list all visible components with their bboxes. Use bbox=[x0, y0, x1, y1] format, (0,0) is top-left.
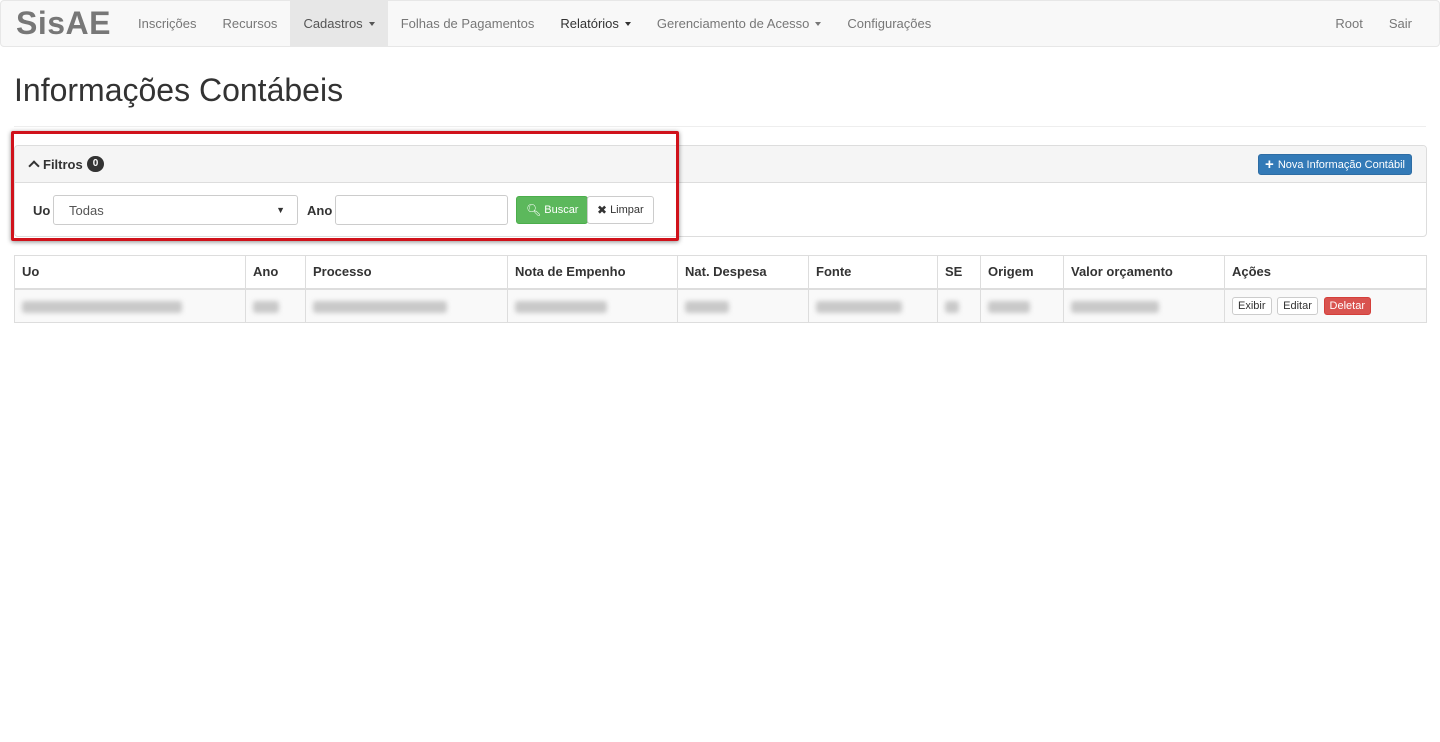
search-button[interactable]: 🔍︎ Buscar bbox=[516, 196, 589, 224]
cell-origem-redacted bbox=[980, 288, 1064, 323]
top-navbar: SisAE Inscrições Recursos Cadastros Folh… bbox=[0, 0, 1440, 47]
title-divider bbox=[14, 126, 1426, 127]
brand-logo[interactable]: SisAE bbox=[1, 1, 125, 46]
col-nat-despesa[interactable]: Nat. Despesa bbox=[677, 255, 809, 290]
col-valor-orcamento[interactable]: Valor orçamento bbox=[1063, 255, 1225, 290]
nav-recursos[interactable]: Recursos bbox=[210, 1, 291, 46]
cell-processo-redacted bbox=[305, 288, 508, 323]
nav-folhas-de-pagamentos[interactable]: Folhas de Pagamentos bbox=[388, 1, 548, 46]
close-icon: ✖ bbox=[597, 203, 608, 217]
nav-gerenciamento-label: Gerenciamento de Acesso bbox=[656, 16, 810, 31]
filters-toggle[interactable]: Filtros 0 bbox=[28, 156, 105, 172]
filter-count-badge: 0 bbox=[86, 156, 105, 172]
col-processo[interactable]: Processo bbox=[305, 255, 508, 290]
col-uo[interactable]: Uo bbox=[14, 255, 246, 290]
page-title: Informações Contábeis bbox=[14, 72, 344, 108]
new-accounting-info-button[interactable]: + Nova Informação Contábil bbox=[1258, 154, 1412, 175]
nav-cadastros-dropdown[interactable]: Cadastros bbox=[290, 1, 388, 46]
nav-user-root[interactable]: Root bbox=[1322, 1, 1375, 46]
nav-cadastros-label: Cadastros bbox=[303, 16, 363, 31]
show-button[interactable]: Exibir bbox=[1232, 296, 1272, 315]
nav-gerenciamento-de-acesso-dropdown[interactable]: Gerenciamento de Acesso bbox=[644, 1, 834, 46]
cell-nat-despesa-redacted bbox=[677, 288, 809, 323]
navbar-right: Root Sair bbox=[1322, 1, 1439, 46]
uo-label: Uo bbox=[33, 203, 51, 218]
filter-panel-heading: Filtros 0 + Nova Informação Contábil bbox=[15, 146, 1426, 183]
nav-inscricoes[interactable]: Inscrições bbox=[125, 1, 210, 46]
caret-down-icon bbox=[624, 21, 631, 26]
search-icon: 🔍︎ bbox=[526, 203, 542, 217]
col-origem[interactable]: Origem bbox=[980, 255, 1064, 290]
cell-actions: Exibir Editar Deletar bbox=[1224, 288, 1427, 323]
cell-nota-redacted bbox=[507, 288, 678, 323]
uo-select-value: Todas bbox=[69, 202, 104, 218]
caret-down-icon bbox=[368, 21, 375, 26]
delete-button[interactable]: Deletar bbox=[1323, 296, 1371, 315]
nav-configuracoes[interactable]: Configurações bbox=[834, 1, 944, 46]
dropdown-arrow-icon: ▼ bbox=[276, 205, 285, 215]
nav-relatorios-dropdown[interactable]: Relatórios bbox=[547, 1, 644, 46]
ano-input[interactable] bbox=[335, 195, 508, 225]
cell-uo-redacted bbox=[14, 288, 246, 323]
nav-logout[interactable]: Sair bbox=[1376, 1, 1439, 46]
new-accounting-info-label: Nova Informação Contábil bbox=[1277, 158, 1405, 171]
col-ano[interactable]: Ano bbox=[245, 255, 306, 290]
nav-relatorios-label: Relatórios bbox=[560, 16, 619, 31]
filter-form: Uo Todas ▼ Ano 🔍︎ Buscar ✖ Limpar bbox=[15, 195, 1426, 227]
col-acoes: Ações bbox=[1224, 255, 1427, 290]
filters-label: Filtros bbox=[43, 156, 83, 172]
accounting-info-table: Uo Ano Processo Nota de Empenho Nat. Des… bbox=[14, 255, 1427, 323]
table-header-row: Uo Ano Processo Nota de Empenho Nat. Des… bbox=[14, 255, 1427, 290]
plus-icon: + bbox=[1265, 155, 1274, 173]
clear-button[interactable]: ✖ Limpar bbox=[587, 196, 654, 224]
edit-button[interactable]: Editar bbox=[1277, 296, 1318, 315]
cell-fonte-redacted bbox=[808, 288, 938, 323]
col-nota-de-empenho[interactable]: Nota de Empenho bbox=[507, 255, 678, 290]
cell-se-redacted bbox=[937, 288, 981, 323]
col-se[interactable]: SE bbox=[937, 255, 981, 290]
table-row: Exibir Editar Deletar bbox=[14, 288, 1427, 323]
cell-valor-redacted bbox=[1063, 288, 1225, 323]
filter-panel: Filtros 0 + Nova Informação Contábil Uo … bbox=[14, 145, 1427, 237]
uo-select[interactable]: Todas ▼ bbox=[53, 195, 298, 225]
caret-down-icon bbox=[815, 21, 822, 26]
clear-button-label: Limpar bbox=[610, 204, 644, 216]
search-button-label: Buscar bbox=[544, 204, 579, 216]
ano-label: Ano bbox=[307, 203, 333, 218]
chevron-up-icon bbox=[28, 160, 40, 172]
col-fonte[interactable]: Fonte bbox=[808, 255, 938, 290]
cell-ano-redacted bbox=[245, 288, 306, 323]
